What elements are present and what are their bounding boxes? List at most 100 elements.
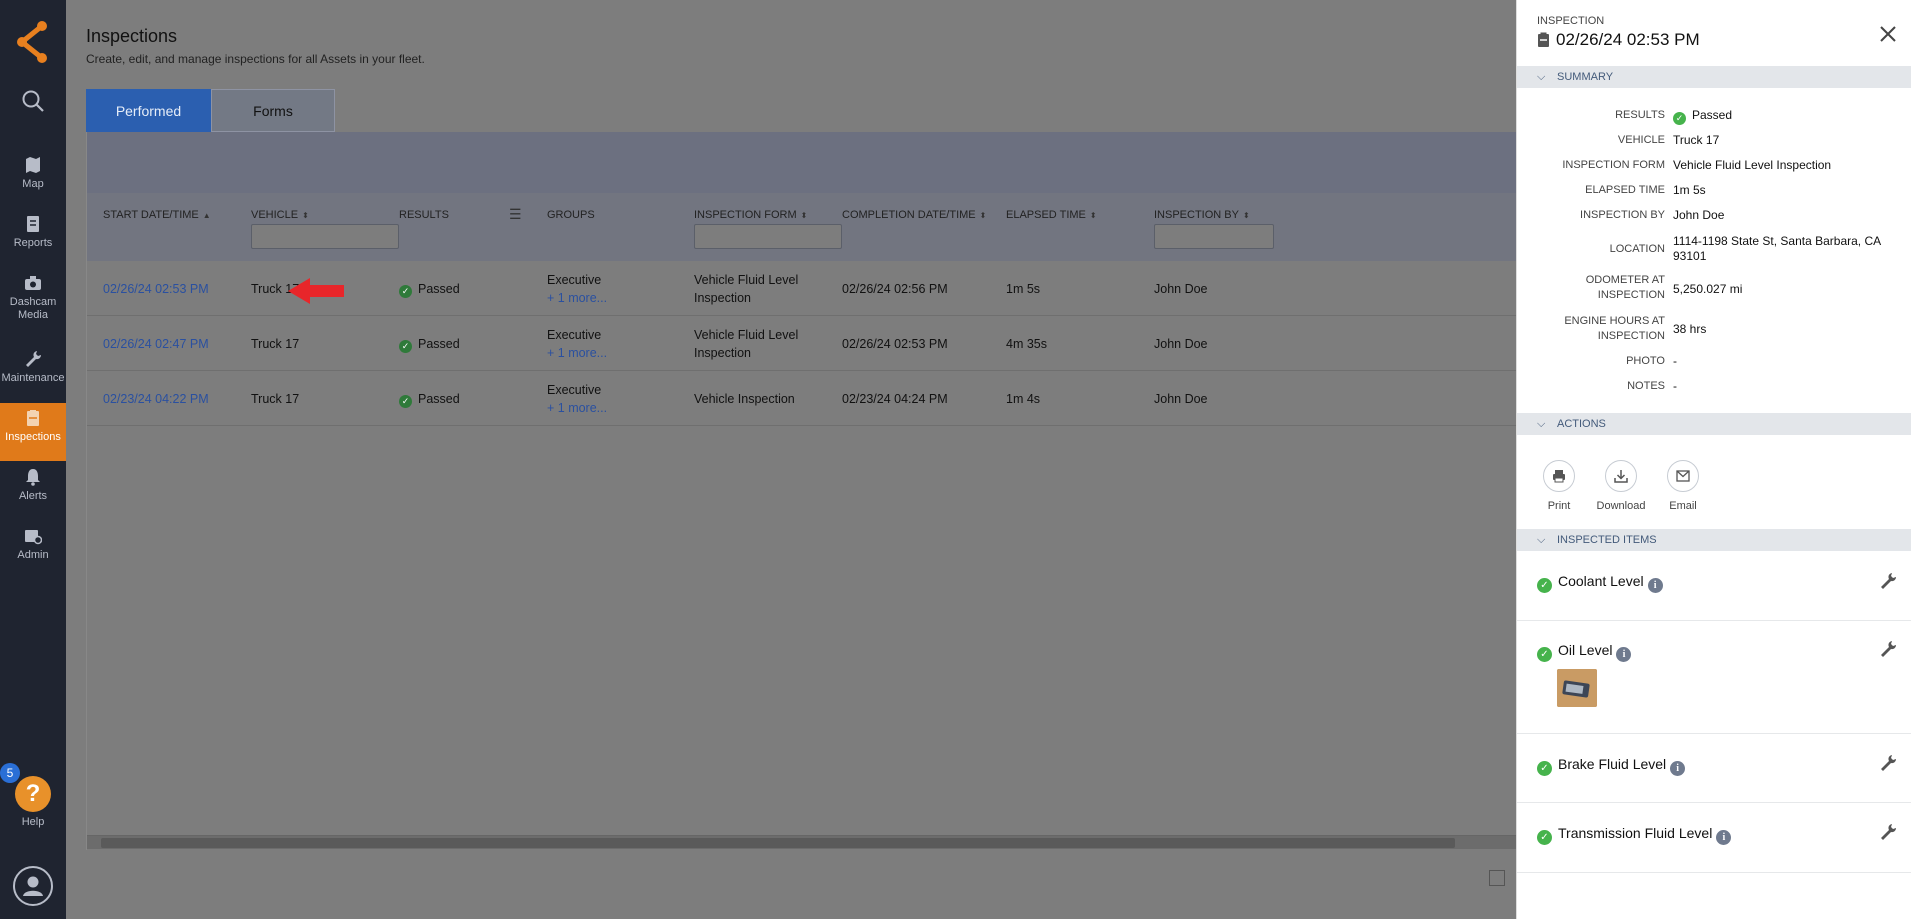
tab-forms[interactable]: Forms	[211, 89, 335, 132]
tab-performed[interactable]: Performed	[86, 89, 211, 132]
more-groups-link[interactable]: + 1 more...	[547, 401, 607, 415]
completion-cell: 02/26/24 02:56 PM	[842, 282, 948, 296]
column-header-results[interactable]: RESULTS	[399, 209, 449, 221]
inspector-cell: John Doe	[1154, 282, 1208, 296]
table-row[interactable]: 02/26/24 02:47 PM Truck 17 ✓ Passed Execu…	[87, 316, 1517, 371]
info-icon[interactable]: i	[1647, 578, 1663, 593]
column-header-vehicle[interactable]: VEHICLE ⬍	[251, 209, 309, 221]
wrench-icon[interactable]	[1879, 572, 1897, 590]
inspected-item-coolant[interactable]: ✓ Coolant Level i	[1517, 551, 1911, 621]
wrench-icon[interactable]	[1879, 823, 1897, 841]
sort-icon[interactable]: ⬍	[980, 211, 987, 220]
check-icon: ✓	[1537, 761, 1552, 776]
chevron-down-icon: ⌵	[1537, 418, 1546, 430]
column-header-start-date[interactable]: START DATE/TIME ▲	[103, 209, 211, 221]
sidebar-item-label: Inspections	[5, 431, 61, 443]
sidebar-item-label: Map	[22, 178, 44, 190]
actions-section-header[interactable]: ⌵ ACTIONS	[1517, 413, 1911, 435]
wrench-icon	[26, 351, 42, 367]
sidebar-item-dashcam-media[interactable]: Dashcam Media	[0, 268, 66, 332]
search-icon[interactable]	[20, 88, 46, 114]
panel-kicker: INSPECTION	[1537, 15, 1605, 27]
form-filter-input[interactable]	[694, 224, 842, 249]
wrench-icon[interactable]	[1879, 640, 1897, 658]
summary-label: ODOMETER AT	[1585, 274, 1665, 286]
summary-label: VEHICLE	[1617, 134, 1665, 146]
column-header-completion-date[interactable]: COMPLETION DATE/TIME ⬍	[842, 209, 986, 221]
column-header-inspection-form[interactable]: INSPECTION FORM ⬍	[694, 209, 807, 221]
close-icon[interactable]	[1876, 22, 1900, 46]
main-content: Inspections Create, edit, and manage ins…	[66, 0, 1517, 919]
result-label: Passed	[418, 282, 460, 296]
filter-icon[interactable]: ☰	[509, 206, 522, 223]
vehicle-filter-input[interactable]	[251, 224, 399, 249]
chevron-down-icon: ⌵	[1537, 534, 1546, 546]
sidebar-item-reports[interactable]: Reports	[0, 209, 66, 265]
sidebar-item-alerts[interactable]: Alerts	[0, 462, 66, 518]
start-date-link[interactable]: 02/23/24 04:22 PM	[103, 392, 209, 406]
sort-icon[interactable]: ▲	[203, 211, 211, 220]
inspector-filter-input[interactable]	[1154, 224, 1274, 249]
group-cell: Executive	[547, 328, 602, 342]
sidebar-item-admin[interactable]: Admin	[0, 521, 66, 577]
page-subtitle: Create, edit, and manage inspections for…	[86, 52, 425, 66]
form-cell: Vehicle Fluid Level	[694, 328, 799, 342]
sidebar: Map Reports Dashcam Media Maintenance In…	[0, 0, 66, 919]
item-label: ✓ Oil Level i	[1537, 642, 1632, 662]
check-icon: ✓	[399, 285, 412, 298]
item-name-text: Coolant Level	[1558, 573, 1644, 589]
result-label: Passed	[418, 337, 460, 351]
email-button[interactable]: Email	[1658, 460, 1708, 512]
summary-section-header[interactable]: ⌵ SUMMARY	[1517, 66, 1911, 88]
download-button[interactable]: Download	[1596, 460, 1646, 512]
section-label: INSPECTED ITEMS	[1557, 534, 1657, 546]
result-cell: ✓ Passed	[399, 392, 460, 408]
checkbox[interactable]	[1489, 870, 1505, 886]
photo-thumbnail[interactable]	[1557, 669, 1597, 707]
chevron-down-icon: ⌵	[1537, 71, 1546, 83]
inspected-items-section-header[interactable]: ⌵ INSPECTED ITEMS	[1517, 529, 1911, 551]
inspected-item-transmission-fluid[interactable]: ✓ Transmission Fluid Level i	[1517, 803, 1911, 873]
summary-value-engine-hours: 38 hrs	[1673, 322, 1707, 336]
inspected-item-brake-fluid[interactable]: ✓ Brake Fluid Level i	[1517, 734, 1911, 803]
scrollbar-thumb[interactable]	[101, 838, 1455, 848]
info-icon[interactable]: i	[1616, 647, 1632, 662]
inspector-cell: John Doe	[1154, 392, 1208, 406]
start-date-link[interactable]: 02/26/24 02:53 PM	[103, 282, 209, 296]
summary-value-vehicle: Truck 17	[1673, 133, 1720, 147]
column-label: COMPLETION DATE/TIME	[842, 209, 976, 221]
more-groups-link[interactable]: + 1 more...	[547, 291, 607, 305]
print-button[interactable]: Print	[1534, 460, 1584, 512]
section-label: SUMMARY	[1557, 71, 1614, 83]
column-header-inspection-by[interactable]: INSPECTION BY ⬍	[1154, 209, 1250, 221]
elapsed-cell: 4m 35s	[1006, 337, 1047, 351]
wrench-icon[interactable]	[1879, 754, 1897, 772]
panel-title-text: 02/26/24 02:53 PM	[1556, 30, 1700, 49]
horizontal-scrollbar[interactable]	[87, 835, 1517, 849]
table-row[interactable]: 02/23/24 04:22 PM Truck 17 ✓ Passed Execu…	[87, 371, 1517, 426]
sort-icon[interactable]: ⬍	[302, 211, 309, 220]
logo-icon[interactable]	[14, 20, 52, 64]
help-button[interactable]: 5 ? Help	[0, 763, 66, 834]
sort-icon[interactable]: ⬍	[801, 211, 808, 220]
summary-label: PHOTO	[1626, 355, 1665, 367]
sort-icon[interactable]: ⬍	[1243, 211, 1250, 220]
form-cell-line2: Inspection	[694, 346, 751, 360]
column-header-elapsed-time[interactable]: ELAPSED TIME ⬍	[1006, 209, 1097, 221]
summary-value-location: 1114-1198 State St, Santa Barbara, CA	[1673, 234, 1882, 248]
start-date-link[interactable]: 02/26/24 02:47 PM	[103, 337, 209, 351]
column-header-groups[interactable]: GROUPS	[547, 209, 595, 221]
sort-icon[interactable]: ⬍	[1090, 211, 1097, 220]
sidebar-item-maintenance[interactable]: Maintenance	[0, 344, 66, 400]
inspected-item-oil[interactable]: ✓ Oil Level i	[1517, 621, 1911, 734]
help-label: Help	[21, 816, 45, 828]
more-groups-link[interactable]: + 1 more...	[547, 346, 607, 360]
red-arrow-annotation	[288, 278, 344, 304]
info-icon[interactable]: i	[1670, 761, 1686, 776]
sidebar-item-inspections[interactable]: Inspections	[0, 403, 66, 461]
download-icon	[1605, 460, 1637, 492]
check-icon: ✓	[1537, 647, 1552, 662]
sidebar-item-map[interactable]: Map	[0, 150, 66, 206]
info-icon[interactable]: i	[1716, 830, 1732, 845]
profile-avatar[interactable]	[13, 866, 53, 906]
